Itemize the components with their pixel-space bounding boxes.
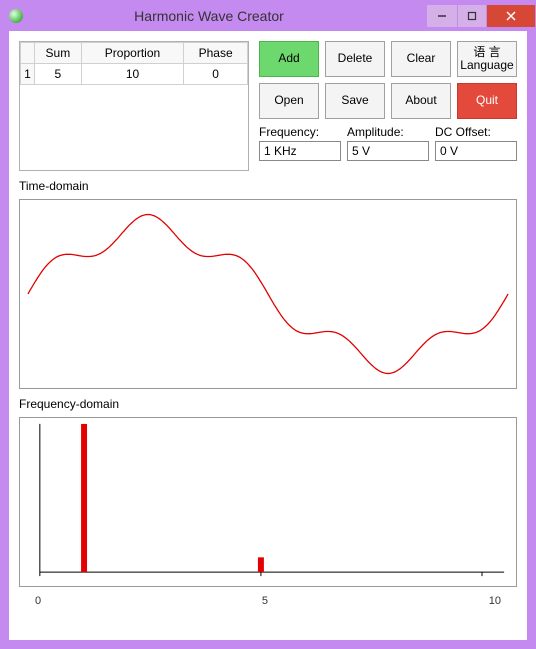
quit-button[interactable]: Quit (457, 83, 517, 119)
table-corner (21, 43, 35, 64)
amplitude-input[interactable] (347, 141, 429, 161)
top-row: Sum Proportion Phase 1 5 10 0 Add Delete (19, 41, 517, 171)
freq-domain-plot (19, 417, 517, 587)
client-area: Sum Proportion Phase 1 5 10 0 Add Delete (9, 31, 527, 640)
cell-proportion[interactable]: 10 (81, 64, 184, 85)
open-button[interactable]: Open (259, 83, 319, 119)
app-icon (9, 9, 23, 23)
language-button[interactable]: 语 言 Language (457, 41, 517, 77)
harmonics-table[interactable]: Sum Proportion Phase 1 5 10 0 (19, 41, 249, 171)
freq-axis-ticks: 0 5 10 (19, 595, 517, 607)
about-button[interactable]: About (391, 83, 451, 119)
frequency-label: Frequency: (259, 125, 341, 139)
row-index: 1 (21, 64, 35, 85)
cell-phase[interactable]: 0 (184, 64, 248, 85)
time-domain-plot (19, 199, 517, 389)
frequency-input[interactable] (259, 141, 341, 161)
save-button[interactable]: Save (325, 83, 385, 119)
cell-sum[interactable]: 5 (35, 64, 82, 85)
maximize-button[interactable] (458, 5, 486, 27)
col-sum[interactable]: Sum (35, 43, 82, 64)
close-button[interactable] (487, 5, 535, 27)
tick-5: 5 (262, 595, 268, 607)
window-buttons (427, 5, 535, 27)
language-bottom: Language (460, 59, 513, 72)
minimize-icon (437, 11, 447, 21)
table-row[interactable]: 1 5 10 0 (21, 64, 248, 85)
tick-10: 10 (489, 595, 501, 607)
add-button[interactable]: Add (259, 41, 319, 77)
clear-button[interactable]: Clear (391, 41, 451, 77)
app-window: Harmonic Wave Creator Sum Proportion (0, 0, 536, 649)
maximize-icon (467, 11, 477, 21)
close-icon (505, 10, 517, 22)
window-title: Harmonic Wave Creator (31, 8, 427, 24)
tick-0: 0 (35, 595, 41, 607)
freq-domain-label: Frequency-domain (19, 397, 517, 411)
dcoffset-input[interactable] (435, 141, 517, 161)
time-domain-label: Time-domain (19, 179, 517, 193)
dcoffset-label: DC Offset: (435, 125, 517, 139)
col-proportion[interactable]: Proportion (81, 43, 184, 64)
controls-panel: Add Delete Clear 语 言 Language Open Save … (259, 41, 517, 171)
col-phase[interactable]: Phase (184, 43, 248, 64)
minimize-button[interactable] (427, 5, 457, 27)
titlebar[interactable]: Harmonic Wave Creator (1, 1, 535, 31)
delete-button[interactable]: Delete (325, 41, 385, 77)
amplitude-label: Amplitude: (347, 125, 429, 139)
